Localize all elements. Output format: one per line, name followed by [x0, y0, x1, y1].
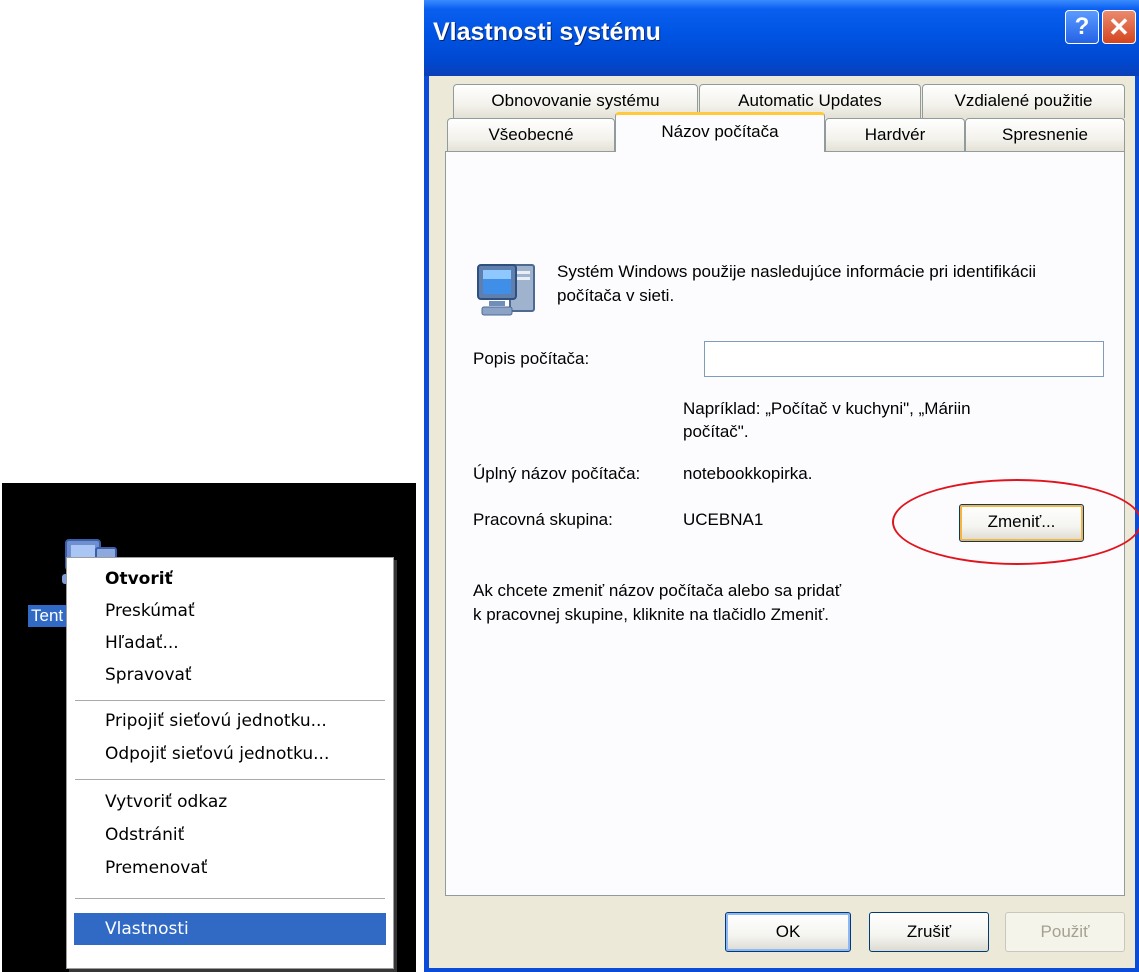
- help-button[interactable]: ?: [1065, 10, 1099, 44]
- change-instructions-line2: k pracovnej skupine, kliknite na tlačidl…: [473, 605, 829, 624]
- menu-item-explore[interactable]: Preskúmať: [74, 595, 386, 627]
- menu-item-delete[interactable]: Odstrániť: [74, 819, 386, 851]
- apply-button: Použiť: [1005, 912, 1125, 952]
- desktop-area: Tent Otvoriť Preskúmať Hľadať... Spravov…: [2, 483, 416, 972]
- menu-separator: [75, 700, 385, 701]
- menu-separator: [75, 898, 385, 899]
- workgroup-label: Pracovná skupina:: [473, 510, 613, 529]
- full-name-label: Úplný názov počítača:: [473, 464, 641, 483]
- context-menu: Otvoriť Preskúmať Hľadať... Spravovať Pr…: [66, 557, 394, 969]
- close-button[interactable]: ✕: [1102, 10, 1136, 44]
- menu-item-properties[interactable]: Vlastnosti: [74, 913, 386, 945]
- change-instructions-line1: Ak chcete zmeniť názov počítača alebo sa…: [473, 581, 842, 600]
- menu-item-disconnect-network-drive[interactable]: Odpojiť sieťovú jednotku...: [74, 738, 386, 770]
- info-text-line1: Systém Windows použije nasledujúce infor…: [557, 262, 1037, 281]
- desktop-icon-label[interactable]: Tent: [28, 605, 67, 627]
- menu-separator: [75, 779, 385, 780]
- menu-item-manage[interactable]: Spravovať: [74, 659, 386, 691]
- menu-item-search[interactable]: Hľadať...: [74, 627, 386, 659]
- computer-description-input[interactable]: [704, 341, 1104, 377]
- tab-computer-name[interactable]: Názov počítača: [615, 112, 825, 152]
- cancel-button[interactable]: Zrušiť: [869, 912, 989, 952]
- menu-item-create-shortcut[interactable]: Vytvoriť odkaz: [74, 786, 386, 818]
- menu-item-open[interactable]: Otvoriť: [74, 563, 386, 595]
- annotation-ellipse: [892, 479, 1139, 565]
- example-text-line2: počítač".: [683, 422, 749, 441]
- menu-item-rename[interactable]: Premenovať: [74, 852, 386, 884]
- ok-button[interactable]: OK: [725, 912, 851, 952]
- workgroup-value: UCEBNA1: [683, 510, 764, 529]
- dialog-client-area: Obnovovanie systému Automatic Updates Vz…: [429, 76, 1139, 968]
- system-properties-dialog: Vlastnosti systému ? ✕ Obnovovanie systé…: [424, 0, 1139, 972]
- menu-item-map-network-drive[interactable]: Pripojiť sieťovú jednotku...: [74, 705, 386, 737]
- tab-remote[interactable]: Vzdialené použitie: [922, 84, 1125, 118]
- description-label: Popis počítača:: [473, 349, 590, 368]
- example-text-line1: Napríklad: „Počítač v kuchyni", „Máriin: [683, 399, 971, 418]
- tab-hardware[interactable]: Hardvér: [825, 118, 965, 152]
- network-computer-icon: [476, 257, 538, 321]
- info-text-line2: počítača v sieti.: [557, 286, 675, 305]
- tab-general[interactable]: Všeobecné: [447, 118, 615, 152]
- title-bar[interactable]: Vlastnosti systému ? ✕: [424, 0, 1139, 76]
- tab-advanced[interactable]: Spresnenie: [965, 118, 1125, 152]
- dialog-title: Vlastnosti systému: [433, 18, 661, 46]
- full-name-value: notebookkopirka.: [683, 464, 813, 483]
